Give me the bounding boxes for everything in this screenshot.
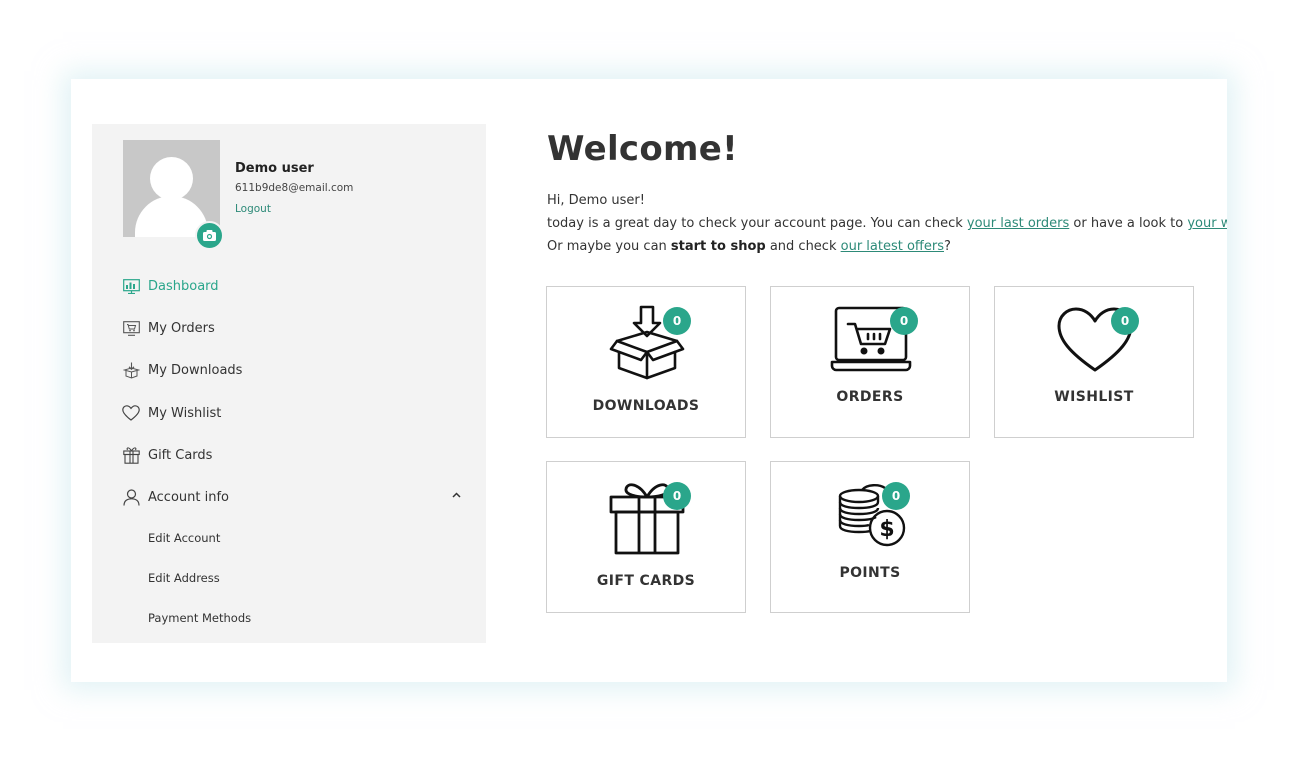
intro-text-segment: and check [765, 239, 841, 254]
dashboard-icon [122, 277, 140, 295]
intro-text-segment: ? [944, 239, 951, 254]
start-to-shop-text: start to shop [670, 239, 766, 254]
intro-line-3: Or maybe you can start to shop and check… [547, 235, 1227, 258]
downloads-tile[interactable]: 0 DOWNLOADS [546, 286, 746, 438]
user-email: 611b9de8@email.com [235, 182, 354, 194]
user-name: Demo user [235, 161, 314, 176]
last-orders-link[interactable]: your last orders [967, 216, 1069, 231]
sidebar-item-orders[interactable]: My Orders [122, 316, 462, 340]
wishlist-tile[interactable]: 0 WISHLIST [994, 286, 1194, 438]
intro-text-segment: today is a great day to check your accou… [547, 216, 967, 231]
gift-cards-count-badge: 0 [663, 482, 691, 510]
intro-text: Hi, Demo user! today is a great day to c… [547, 189, 1227, 258]
intro-text-segment: Or maybe you can [547, 239, 671, 254]
orders-count-badge: 0 [890, 307, 918, 335]
sub-item-edit-address[interactable]: Edit Address [148, 571, 220, 585]
orders-icon [122, 319, 140, 337]
orders-tile[interactable]: 0 ORDERS [770, 286, 970, 438]
account-sidebar: Demo user 611b9de8@email.com Logout Dash… [92, 124, 486, 643]
sub-item-payment-methods[interactable]: Payment Methods [148, 611, 251, 625]
sidebar-item-label: My Orders [148, 320, 215, 336]
gift-icon [122, 446, 140, 464]
change-avatar-button[interactable] [195, 221, 224, 250]
sidebar-item-label: Gift Cards [148, 447, 213, 463]
sidebar-item-account-info[interactable]: Account info [122, 485, 462, 509]
intro-text-segment: or have a look to [1069, 216, 1188, 231]
sidebar-item-dashboard[interactable]: Dashboard [122, 274, 462, 298]
sidebar-item-gift-cards[interactable]: Gift Cards [122, 443, 462, 467]
downloads-icon [122, 361, 140, 379]
points-count-badge: 0 [882, 482, 910, 510]
tile-label: DOWNLOADS [592, 398, 700, 414]
sidebar-item-label: Dashboard [148, 278, 219, 294]
tile-label: POINTS [839, 565, 901, 581]
logout-link[interactable]: Logout [235, 203, 271, 215]
tile-label: ORDERS [836, 389, 904, 405]
user-icon [122, 488, 140, 506]
intro-line-2: today is a great day to check your accou… [547, 212, 1227, 235]
sidebar-item-label: My Wishlist [148, 405, 222, 421]
sub-item-edit-account[interactable]: Edit Account [148, 531, 220, 545]
wishlist-count-badge: 0 [1111, 307, 1139, 335]
tile-label: GIFT CARDS [596, 573, 696, 589]
camera-icon [203, 230, 216, 241]
account-card: Demo user 611b9de8@email.com Logout Dash… [71, 79, 1227, 682]
tile-label: WISHLIST [1054, 389, 1134, 405]
sidebar-item-wishlist[interactable]: My Wishlist [122, 401, 462, 425]
svg-text:$: $ [879, 517, 894, 542]
greeting-line: Hi, Demo user! [547, 193, 645, 208]
wishlist-link[interactable]: your wish [1187, 216, 1227, 231]
gift-cards-tile[interactable]: 0 GIFT CARDS [546, 461, 746, 613]
sidebar-item-downloads[interactable]: My Downloads [122, 358, 462, 382]
sidebar-item-label: My Downloads [148, 362, 243, 378]
heart-icon [122, 404, 140, 422]
downloads-count-badge: 0 [663, 307, 691, 335]
points-tile[interactable]: $ 0 POINTS [770, 461, 970, 613]
page-title: Welcome! [547, 129, 738, 169]
latest-offers-link[interactable]: our latest offers [841, 239, 944, 254]
chevron-up-icon[interactable] [450, 489, 462, 501]
sidebar-item-label: Account info [148, 489, 230, 505]
